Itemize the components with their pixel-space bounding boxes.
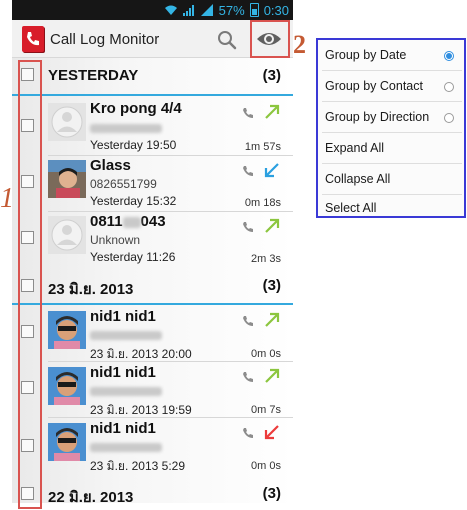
radio-unselected-icon[interactable] [444,113,454,123]
outgoing-arrow-icon [265,218,280,233]
signal-icon [200,4,213,16]
phone-number [90,384,162,398]
handset-icon [243,428,253,438]
list-item[interactable]: 0811 043 Unknown Yesterday 11:26 2m 3s [12,211,293,267]
contact-name: Glass [90,157,131,174]
phone-screen: 57% 0:30 Call Log Monitor YESTERDAY (3) [12,0,293,503]
call-timestamp: Yesterday 11:26 [90,250,176,264]
menu-item-select-all[interactable]: Select All [318,195,464,216]
number-label: Unknown [90,233,141,247]
menu-item-group-by-date[interactable]: Group by Date [318,40,464,70]
list-item[interactable]: Glass 0826551799 Yesterday 15:32 0m 18s [12,155,293,211]
call-duration: 0m 7s [251,404,281,416]
call-duration: 0m 18s [244,197,281,209]
group-title[interactable]: 23 มิ.ย. 2013 [48,277,133,301]
menu-item-label: Select All [325,201,377,215]
menu-item-collapse-all[interactable]: Collapse All [318,164,464,194]
outgoing-arrow-icon [265,312,280,327]
annotation-marker-1: 1 [0,183,14,214]
checkbox-column-highlight [18,60,42,509]
menu-item-expand-all[interactable]: Expand All [318,133,464,163]
photo-avatar [48,423,86,461]
radio-unselected-icon[interactable] [444,82,454,92]
search-icon[interactable] [216,29,238,51]
battery-icon [249,3,259,17]
call-duration: 1m 57s [244,141,281,153]
menu-item-label: Group by Direction [325,110,430,124]
call-duration: 2m 3s [251,253,281,265]
call-duration: 0m 0s [251,348,281,360]
call-timestamp: Yesterday 15:32 [90,194,177,208]
group-options-menu: Group by Date Group by Contact Group by … [316,38,466,218]
contact-name: nid1 nid1 [90,308,156,325]
list-item[interactable]: nid1 nid1 23 มิ.ย. 2013 20:00 0m 0s [12,305,293,361]
missed-arrow-icon [264,425,279,440]
default-avatar [48,103,86,141]
outgoing-arrow-icon [265,368,280,383]
contact-name: nid1 nid1 [90,364,156,381]
photo-avatar [48,367,86,405]
menu-item-group-by-contact[interactable]: Group by Contact [318,71,464,101]
menu-item-label: Group by Contact [325,79,423,93]
call-timestamp: Yesterday 19:50 [90,138,177,152]
group-count: (3) [262,67,281,84]
call-timestamp: 23 มิ.ย. 2013 5:29 [90,459,186,473]
group-count: (3) [262,485,281,502]
menu-item-label: Collapse All [325,172,391,186]
list-item[interactable]: Kro pong 4/4 Yesterday 19:50 1m 57s [12,97,293,155]
outgoing-arrow-icon [265,104,280,119]
contact-name: 0811 043 [90,213,166,230]
contact-name: nid1 nid1 [90,420,156,437]
handset-icon [243,372,253,382]
photo-avatar [48,311,86,349]
phone-number [90,121,162,135]
app-title: Call Log Monitor [50,31,160,48]
group-title[interactable]: YESTERDAY [48,67,138,84]
group-title[interactable]: 22 มิ.ย. 2013 [48,485,133,503]
signal-icon [182,5,194,16]
handset-icon [243,222,253,232]
phone-number: 0826551799 [90,177,157,191]
phone-number [90,328,162,342]
menu-item-label: Expand All [325,141,385,155]
radio-selected-icon[interactable] [444,51,454,61]
photo-avatar [48,160,86,198]
annotation-marker-2: 2 [293,30,306,59]
list-item[interactable]: nid1 nid1 23 มิ.ย. 2013 5:29 0m 0s [12,417,293,473]
menu-item-label: Group by Date [325,48,407,62]
contact-name: Kro pong 4/4 [90,100,182,117]
list-item[interactable]: nid1 nid1 23 มิ.ย. 2013 19:59 0m 7s [12,361,293,417]
eye-button-highlight [250,20,290,58]
group-divider [12,94,293,96]
handset-icon [243,166,253,176]
menu-item-group-by-direction[interactable]: Group by Direction [318,102,464,132]
handset-icon [243,316,253,326]
incoming-arrow-icon [264,163,279,178]
group-count: (3) [262,277,281,294]
battery-percent: 57% [218,2,245,18]
wifi-icon [164,5,177,15]
handset-icon [243,108,253,118]
status-time: 0:30 [263,2,289,18]
call-duration: 0m 0s [251,460,281,472]
phone-number [90,440,162,454]
phone-app-icon [22,26,44,52]
default-avatar [48,216,86,254]
status-bar: 57% 0:30 [12,0,293,20]
